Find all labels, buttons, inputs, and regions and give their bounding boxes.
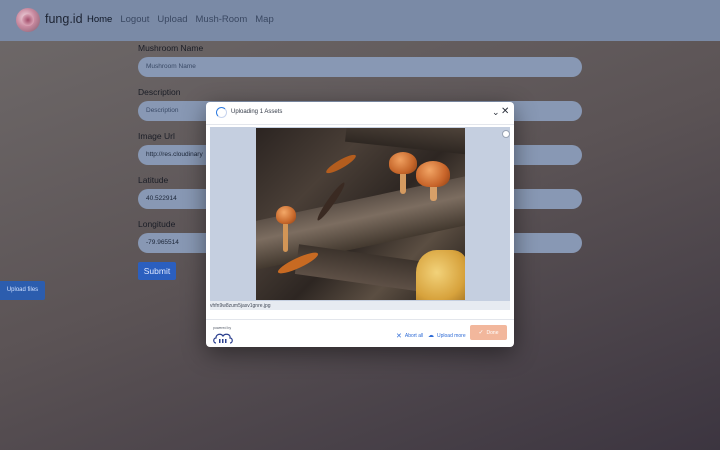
mushroom-name-input[interactable]: Mushroom Name [138,57,582,77]
uploaded-filename: vhfn9w8zum5jasv1gnre.jpg [210,303,271,309]
image-preview-area [210,127,510,301]
upload-widget-footer: powered by ✕ Abort all ☁ Upload more ✓ D… [206,319,514,347]
abort-all-label: Abort all [404,333,424,339]
brand-name[interactable]: fung.id [45,12,83,26]
longitude-label: Longitude [138,219,176,229]
close-icon: ✕ [396,333,402,340]
description-label: Description [138,87,181,97]
upload-progress-spinner-icon [216,107,227,118]
close-icon[interactable]: ✕ [501,106,509,117]
nav-link-map[interactable]: Map [255,14,273,25]
mushroom-photo-thumbnail [256,128,465,300]
upload-files-button[interactable]: Upload files [0,281,45,300]
done-label: Done [486,329,499,336]
chevron-down-icon[interactable]: ⌄ [492,107,500,118]
upload-status-icon [502,130,510,138]
cloudinary-logo-icon [213,333,233,344]
powered-by-label: powered by [213,326,232,330]
top-navbar: fung.id Home Logout Upload Mush-Room Map [0,0,720,41]
latitude-label: Latitude [138,175,169,185]
image-url-label: Image Url [138,131,175,141]
mushroom-logo-icon[interactable] [16,8,40,32]
upload-widget-modal: Uploading 1 Assets ⌄ ✕ vhfn9w8zum5jasv1g… [206,102,514,347]
mushroom-name-label: Mushroom Name [138,43,204,53]
done-button[interactable]: ✓ Done [470,325,507,340]
upload-widget-header: Uploading 1 Assets ⌄ ✕ [206,102,514,125]
upload-widget-title: Uploading 1 Assets [231,109,283,115]
nav-link-mush-room[interactable]: Mush-Room [196,14,248,25]
abort-all-button[interactable]: ✕ Abort all [396,332,423,340]
nav-link-logout[interactable]: Logout [120,14,149,25]
upload-more-button[interactable]: ☁ Upload more [428,332,466,340]
submit-button[interactable]: Submit [138,262,176,280]
cloud-upload-icon: ☁ [428,333,434,339]
nav-link-upload[interactable]: Upload [157,14,187,25]
nav-links: Home Logout Upload Mush-Room Map [87,14,282,25]
checkmark-icon: ✓ [478,330,484,336]
upload-more-label: Upload more [437,332,466,339]
nav-link-home[interactable]: Home [87,14,112,25]
